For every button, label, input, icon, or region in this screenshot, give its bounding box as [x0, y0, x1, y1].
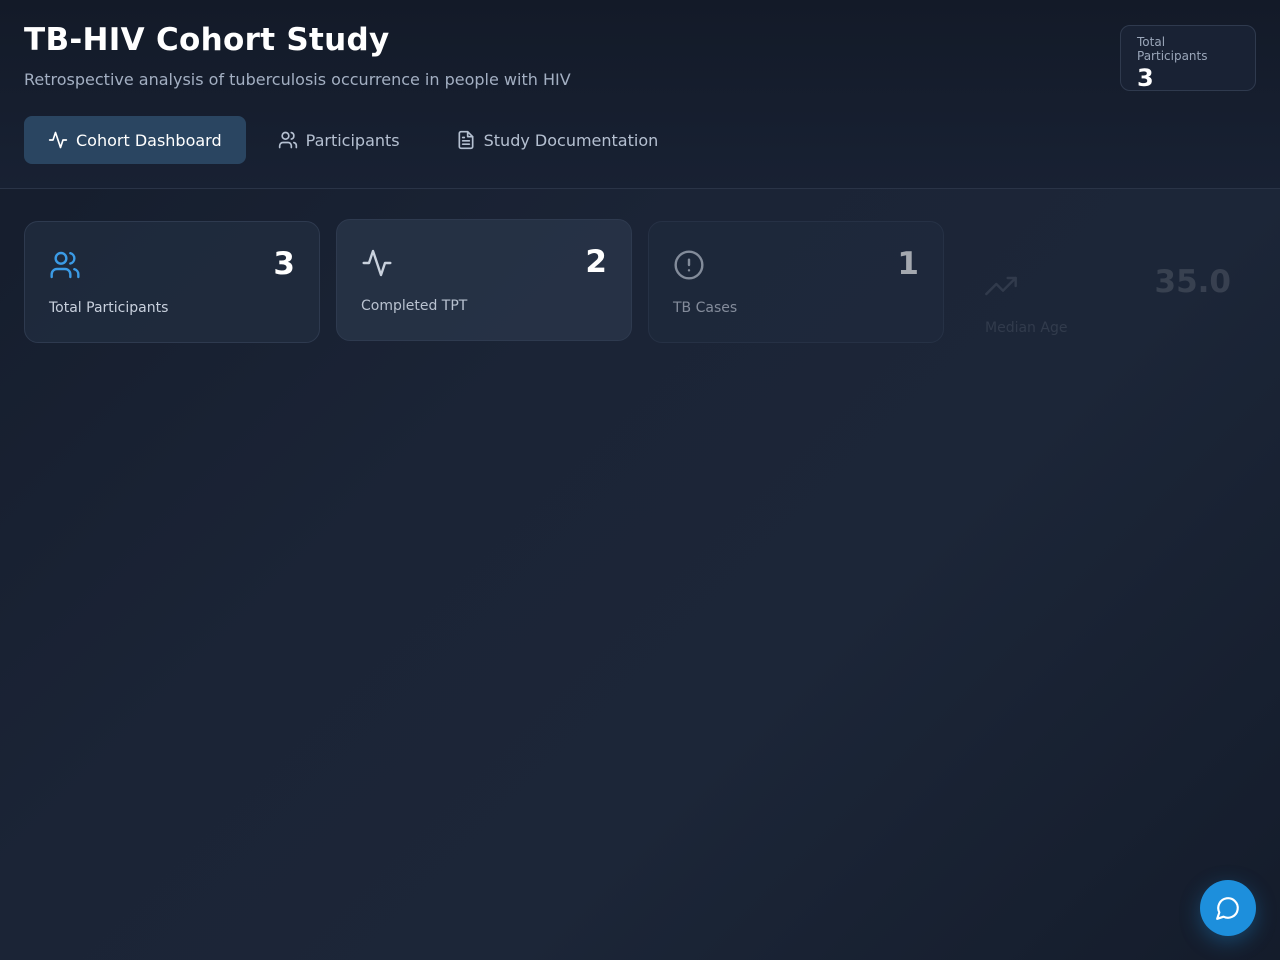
- tab-label: Participants: [305, 130, 400, 150]
- stat-value: 1: [897, 246, 919, 282]
- page-title: TB-HIV Cohort Study: [24, 22, 390, 58]
- tab-label: Cohort Dashboard: [76, 130, 222, 150]
- page-header: TB-HIV Cohort Study Retrospective analys…: [0, 0, 1280, 189]
- trend-icon: [985, 270, 1017, 302]
- stat-card-median-age: 35.0 Median Age: [960, 221, 1256, 343]
- users-icon: [49, 249, 81, 281]
- total-badge-label: Total Participants: [1137, 35, 1208, 63]
- chat-bubble-icon: [1216, 897, 1239, 920]
- stat-label: TB Cases: [673, 300, 738, 316]
- users-icon: [278, 131, 297, 149]
- stat-value: 35.0: [1154, 264, 1232, 300]
- activity-icon: [48, 131, 68, 149]
- alert-circle-icon: [673, 249, 705, 281]
- stat-value: 2: [585, 244, 607, 280]
- document-icon: [458, 130, 474, 150]
- stat-value: 3: [273, 246, 295, 282]
- stat-label: Total Participants: [49, 300, 169, 316]
- stat-label: Median Age: [985, 320, 1068, 336]
- stat-card-completed-tpt: 2 Completed TPT: [336, 219, 632, 341]
- total-badge-value: 3: [1137, 64, 1154, 92]
- stat-card-tb-cases: 1 TB Cases: [648, 221, 944, 343]
- tab-label: Study Documentation: [483, 130, 659, 150]
- total-participants-badge: Total Participants 3: [1120, 25, 1256, 92]
- stat-label: Completed TPT: [361, 298, 468, 314]
- chat-button[interactable]: [1200, 880, 1256, 936]
- tab-participants[interactable]: Participants: [254, 116, 424, 164]
- main-tabs: Cohort Dashboard Participants Study Docu…: [24, 116, 682, 164]
- activity-icon: [361, 247, 393, 279]
- tab-study-documentation[interactable]: Study Documentation: [432, 116, 683, 164]
- stat-card-total-participants: 3 Total Participants: [24, 221, 320, 343]
- tab-cohort-dashboard[interactable]: Cohort Dashboard: [24, 116, 246, 164]
- page-subtitle: Retrospective analysis of tuberculosis o…: [24, 70, 571, 89]
